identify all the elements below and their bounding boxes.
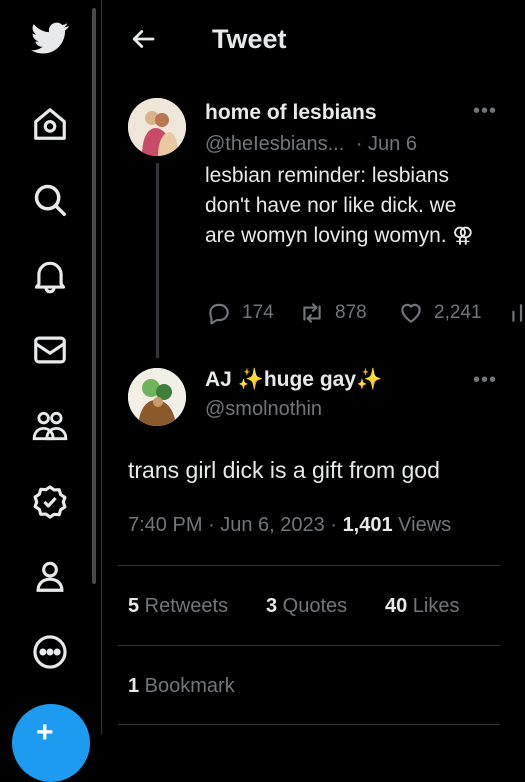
notifications-bell-icon[interactable]	[30, 256, 70, 296]
profile-icon[interactable]	[30, 556, 70, 596]
likes-stat-count: 40	[385, 595, 408, 617]
quotes-stat-count: 3	[266, 595, 278, 617]
parent-tweet-more-icon[interactable]: •••	[473, 100, 497, 123]
thread-connector	[156, 163, 159, 358]
back-arrow-icon[interactable]	[128, 24, 158, 54]
bookmarks-stat-count: 1	[128, 675, 140, 697]
sidebar: +	[0, 0, 100, 782]
verified-icon[interactable]	[30, 482, 70, 522]
divider	[118, 645, 500, 646]
retweet-icon	[303, 303, 321, 323]
twitter-logo-icon[interactable]	[30, 18, 70, 58]
divider	[118, 724, 500, 725]
bookmarks-stat-label: Bookmark	[139, 675, 235, 697]
parent-tweet-text: lesbian reminder: lesbians don't have no…	[205, 164, 474, 247]
main-tweet-more-icon[interactable]: •••	[473, 369, 497, 392]
reply-icon	[209, 303, 229, 325]
parent-tweet-avatar[interactable]	[128, 98, 186, 156]
page-title: Tweet	[212, 24, 287, 54]
parent-tweet-date: · Jun 6	[355, 133, 417, 155]
reply-button[interactable]: 174	[206, 300, 274, 326]
heart-icon	[401, 303, 421, 323]
retweets-stat[interactable]: 5 Retweets	[128, 595, 228, 618]
views-button[interactable]	[508, 300, 525, 326]
likes-stat-label: Likes	[407, 595, 460, 617]
messages-envelope-icon[interactable]	[30, 330, 70, 370]
sidebar-divider	[101, 0, 102, 735]
sidebar-scrollbar[interactable]	[92, 8, 96, 584]
bookmarks-stat[interactable]: 1 Bookmark	[128, 675, 235, 698]
main-tweet-author-name[interactable]: AJ ✨huge gay✨	[205, 368, 382, 392]
compose-icon: +	[36, 716, 54, 749]
home-icon[interactable]	[30, 104, 70, 144]
quotes-stat[interactable]: 3 Quotes	[266, 595, 347, 618]
views-icon	[512, 304, 523, 322]
parent-tweet-handle[interactable]: @theIesbians... · Jun 6	[205, 133, 417, 156]
divider	[118, 565, 500, 566]
page-header: Tweet	[102, 0, 525, 80]
parent-tweet-handle-text: @theIesbians...	[205, 133, 345, 155]
tweet-time-date[interactable]: 7:40 PM · Jun 6, 2023 ·	[128, 514, 343, 536]
views-count: 1,401	[342, 514, 393, 536]
communities-icon[interactable]	[30, 406, 70, 446]
retweets-stat-count: 5	[128, 595, 140, 617]
quotes-stat-label: Quotes	[277, 595, 348, 617]
explore-search-icon[interactable]	[30, 180, 70, 220]
reply-count: 174	[242, 302, 274, 323]
parent-tweet-author-name[interactable]: home of lesbians	[205, 101, 377, 125]
retweet-count: 878	[335, 302, 367, 323]
main-tweet-handle[interactable]: @smolnothin	[205, 398, 322, 421]
like-count: 2,241	[434, 302, 482, 323]
compose-tweet-button[interactable]: +	[12, 704, 90, 782]
views-label: Views	[392, 514, 452, 536]
retweets-stat-label: Retweets	[139, 595, 229, 617]
main-tweet-avatar[interactable]	[128, 368, 186, 426]
like-button[interactable]: 2,241	[398, 300, 482, 326]
likes-stat[interactable]: 40 Likes	[385, 595, 460, 618]
tweet-timestamp: 7:40 PM · Jun 6, 2023 · 1,401 Views	[128, 514, 451, 537]
main-tweet-text: trans girl dick is a gift from god	[128, 457, 440, 483]
more-options-icon[interactable]	[30, 632, 70, 672]
retweet-button[interactable]: 878	[299, 300, 367, 326]
